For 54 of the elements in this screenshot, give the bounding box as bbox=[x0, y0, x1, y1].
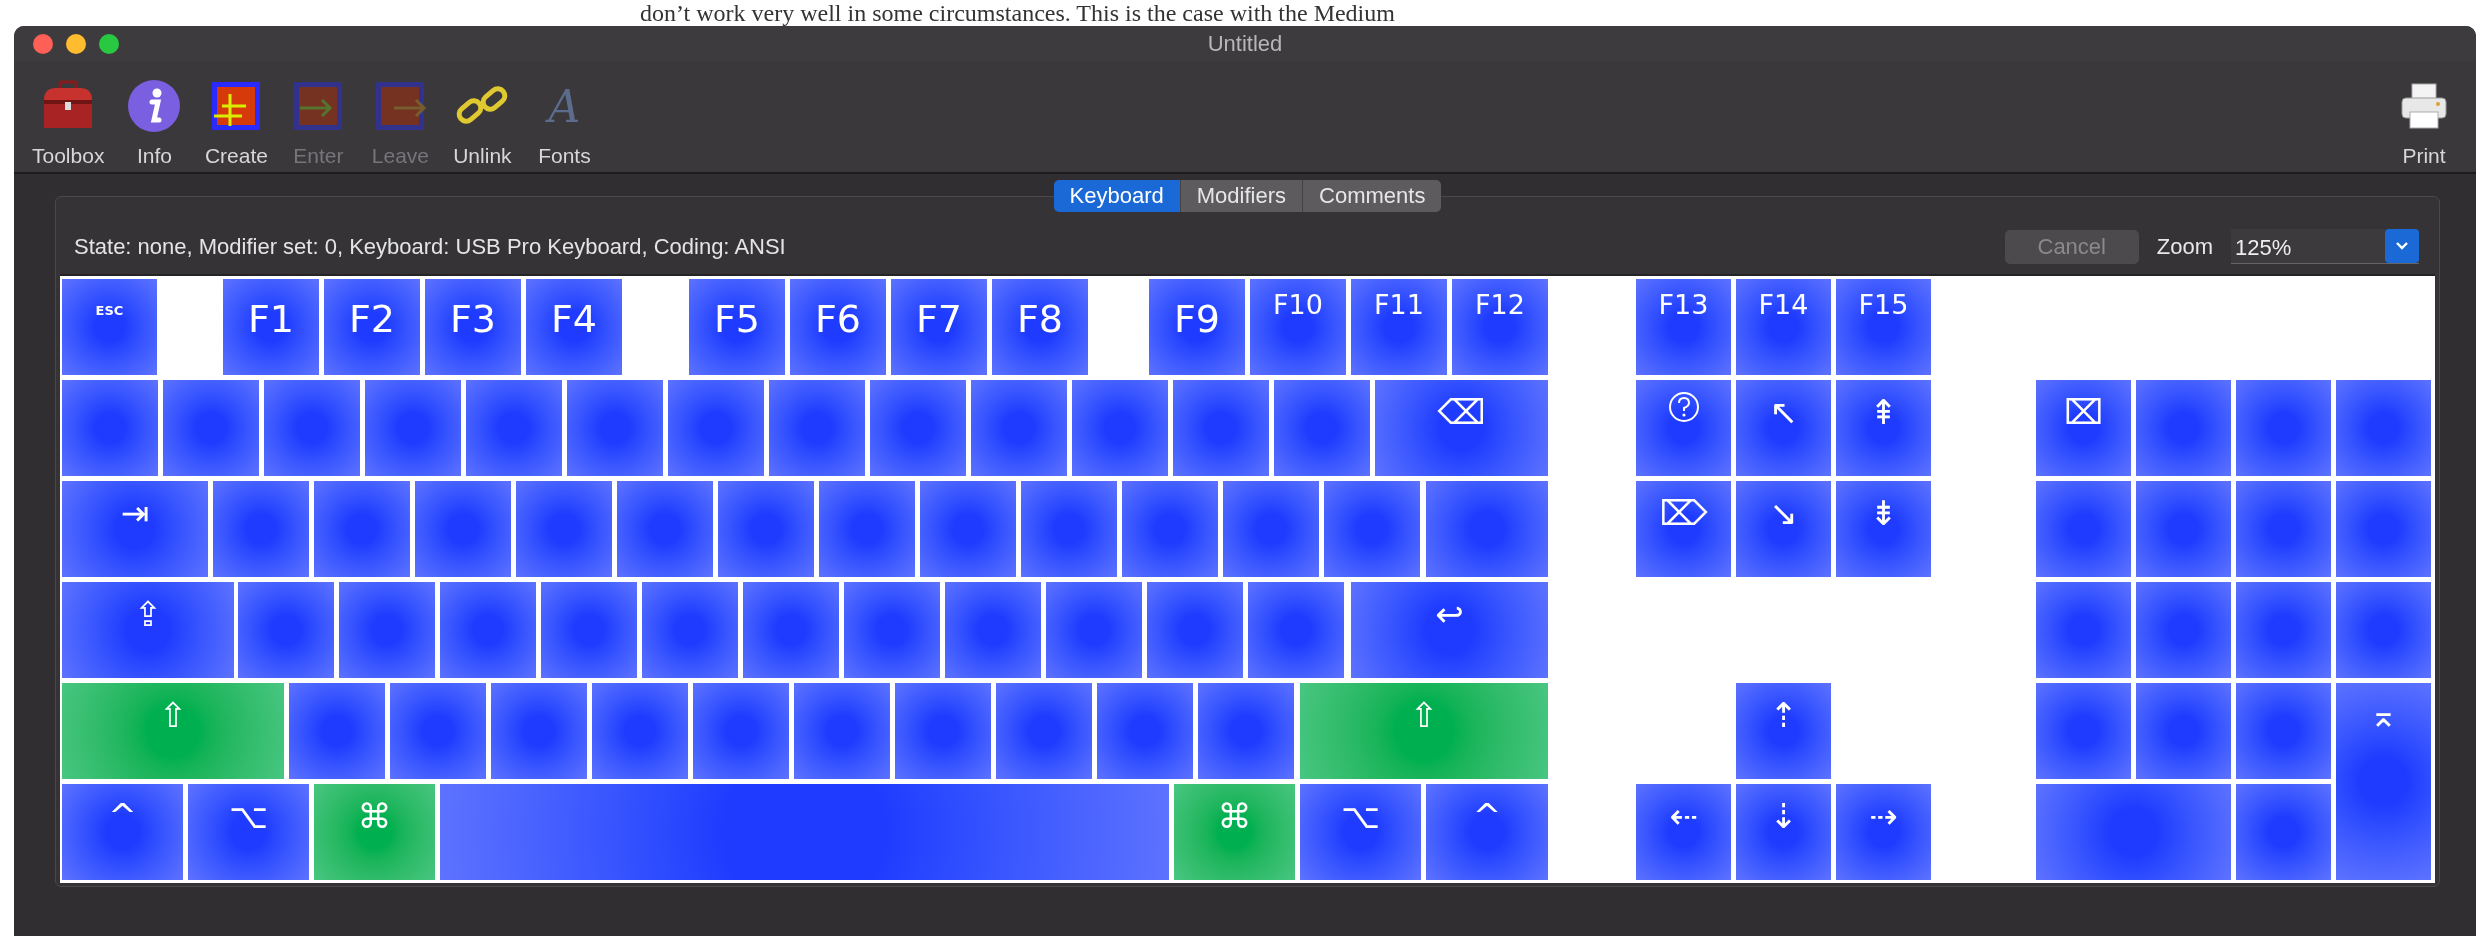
toolbar-button[interactable]: Toolbox bbox=[26, 78, 111, 168]
minimize-icon[interactable] bbox=[66, 34, 86, 54]
key[interactable]: ^ bbox=[62, 784, 183, 880]
key[interactable]: ^ bbox=[1426, 784, 1548, 880]
key[interactable]: ⇡ bbox=[1736, 683, 1831, 779]
zoom-icon[interactable] bbox=[99, 34, 119, 54]
key[interactable]: F2 bbox=[324, 279, 420, 375]
key[interactable]: ⇟ bbox=[1836, 481, 1931, 577]
status-text: State: none, Modifier set: 0, Keyboard: USB Pro Keyboard, Coding: ANSI bbox=[74, 233, 787, 260]
key[interactable]: F7 bbox=[891, 279, 987, 375]
key[interactable]: ⌥ bbox=[1300, 784, 1421, 880]
key[interactable]: ↩ bbox=[1351, 582, 1548, 678]
key[interactable]: F11 bbox=[1351, 279, 1447, 375]
key[interactable]: ⌥ bbox=[188, 784, 309, 880]
background-text: don’t work very well in some circumstances. This is the case with the Medium bbox=[639, 0, 1396, 26]
key[interactable]: F3 bbox=[425, 279, 521, 375]
key[interactable]: ⌅ bbox=[2336, 683, 2431, 880]
key[interactable]: F6 bbox=[790, 279, 886, 375]
key[interactable]: F4 bbox=[526, 279, 622, 375]
toolbar-button[interactable]: A Fonts bbox=[526, 78, 603, 168]
zoom-label: Zoom bbox=[2156, 233, 2213, 260]
key[interactable]: ⌧ bbox=[2036, 380, 2131, 476]
key[interactable]: F12 bbox=[1452, 279, 1548, 375]
key[interactable]: ⇠ bbox=[1636, 784, 1731, 880]
key[interactable]: F1 bbox=[223, 279, 319, 375]
key[interactable]: F5 bbox=[689, 279, 785, 375]
key[interactable]: F15 bbox=[1836, 279, 1931, 375]
key[interactable]: F8 bbox=[992, 279, 1088, 375]
key[interactable]: ⇞ bbox=[1836, 380, 1931, 476]
tab[interactable]: Keyboard bbox=[1053, 180, 1181, 212]
key[interactable]: ↖ bbox=[1736, 380, 1831, 476]
key[interactable]: F9 bbox=[1149, 279, 1245, 375]
key[interactable]: ESC bbox=[62, 279, 157, 375]
close-icon[interactable] bbox=[33, 34, 53, 54]
key[interactable]: F13 bbox=[1636, 279, 1731, 375]
window-title: Untitled bbox=[1207, 31, 1283, 57]
key[interactable]: F10 bbox=[1250, 279, 1346, 375]
toolbar-button[interactable]: Unlink bbox=[444, 78, 521, 168]
key[interactable]: ⇢ bbox=[1836, 784, 1931, 880]
toolbar-button[interactable]: Print bbox=[2386, 78, 2462, 168]
key[interactable]: ⌫ bbox=[1375, 380, 1548, 476]
key[interactable]: ⇥ bbox=[62, 481, 208, 577]
key[interactable]: F14 bbox=[1736, 279, 1831, 375]
help-icon bbox=[1666, 390, 1701, 424]
toolbar-button[interactable]: Info bbox=[116, 78, 193, 168]
tab[interactable]: Modifiers bbox=[1180, 180, 1304, 212]
key[interactable]: ⇣ bbox=[1736, 784, 1831, 880]
toolbar-button[interactable]: Create bbox=[198, 78, 275, 168]
chevron-icon bbox=[2385, 229, 2419, 263]
key[interactable]: ⌦ bbox=[1636, 481, 1731, 577]
key[interactable] bbox=[1636, 380, 1731, 476]
key[interactable]: ⇪ bbox=[62, 582, 234, 678]
tab[interactable]: Comments bbox=[1303, 180, 1442, 212]
key[interactable]: ↘ bbox=[1736, 481, 1831, 577]
